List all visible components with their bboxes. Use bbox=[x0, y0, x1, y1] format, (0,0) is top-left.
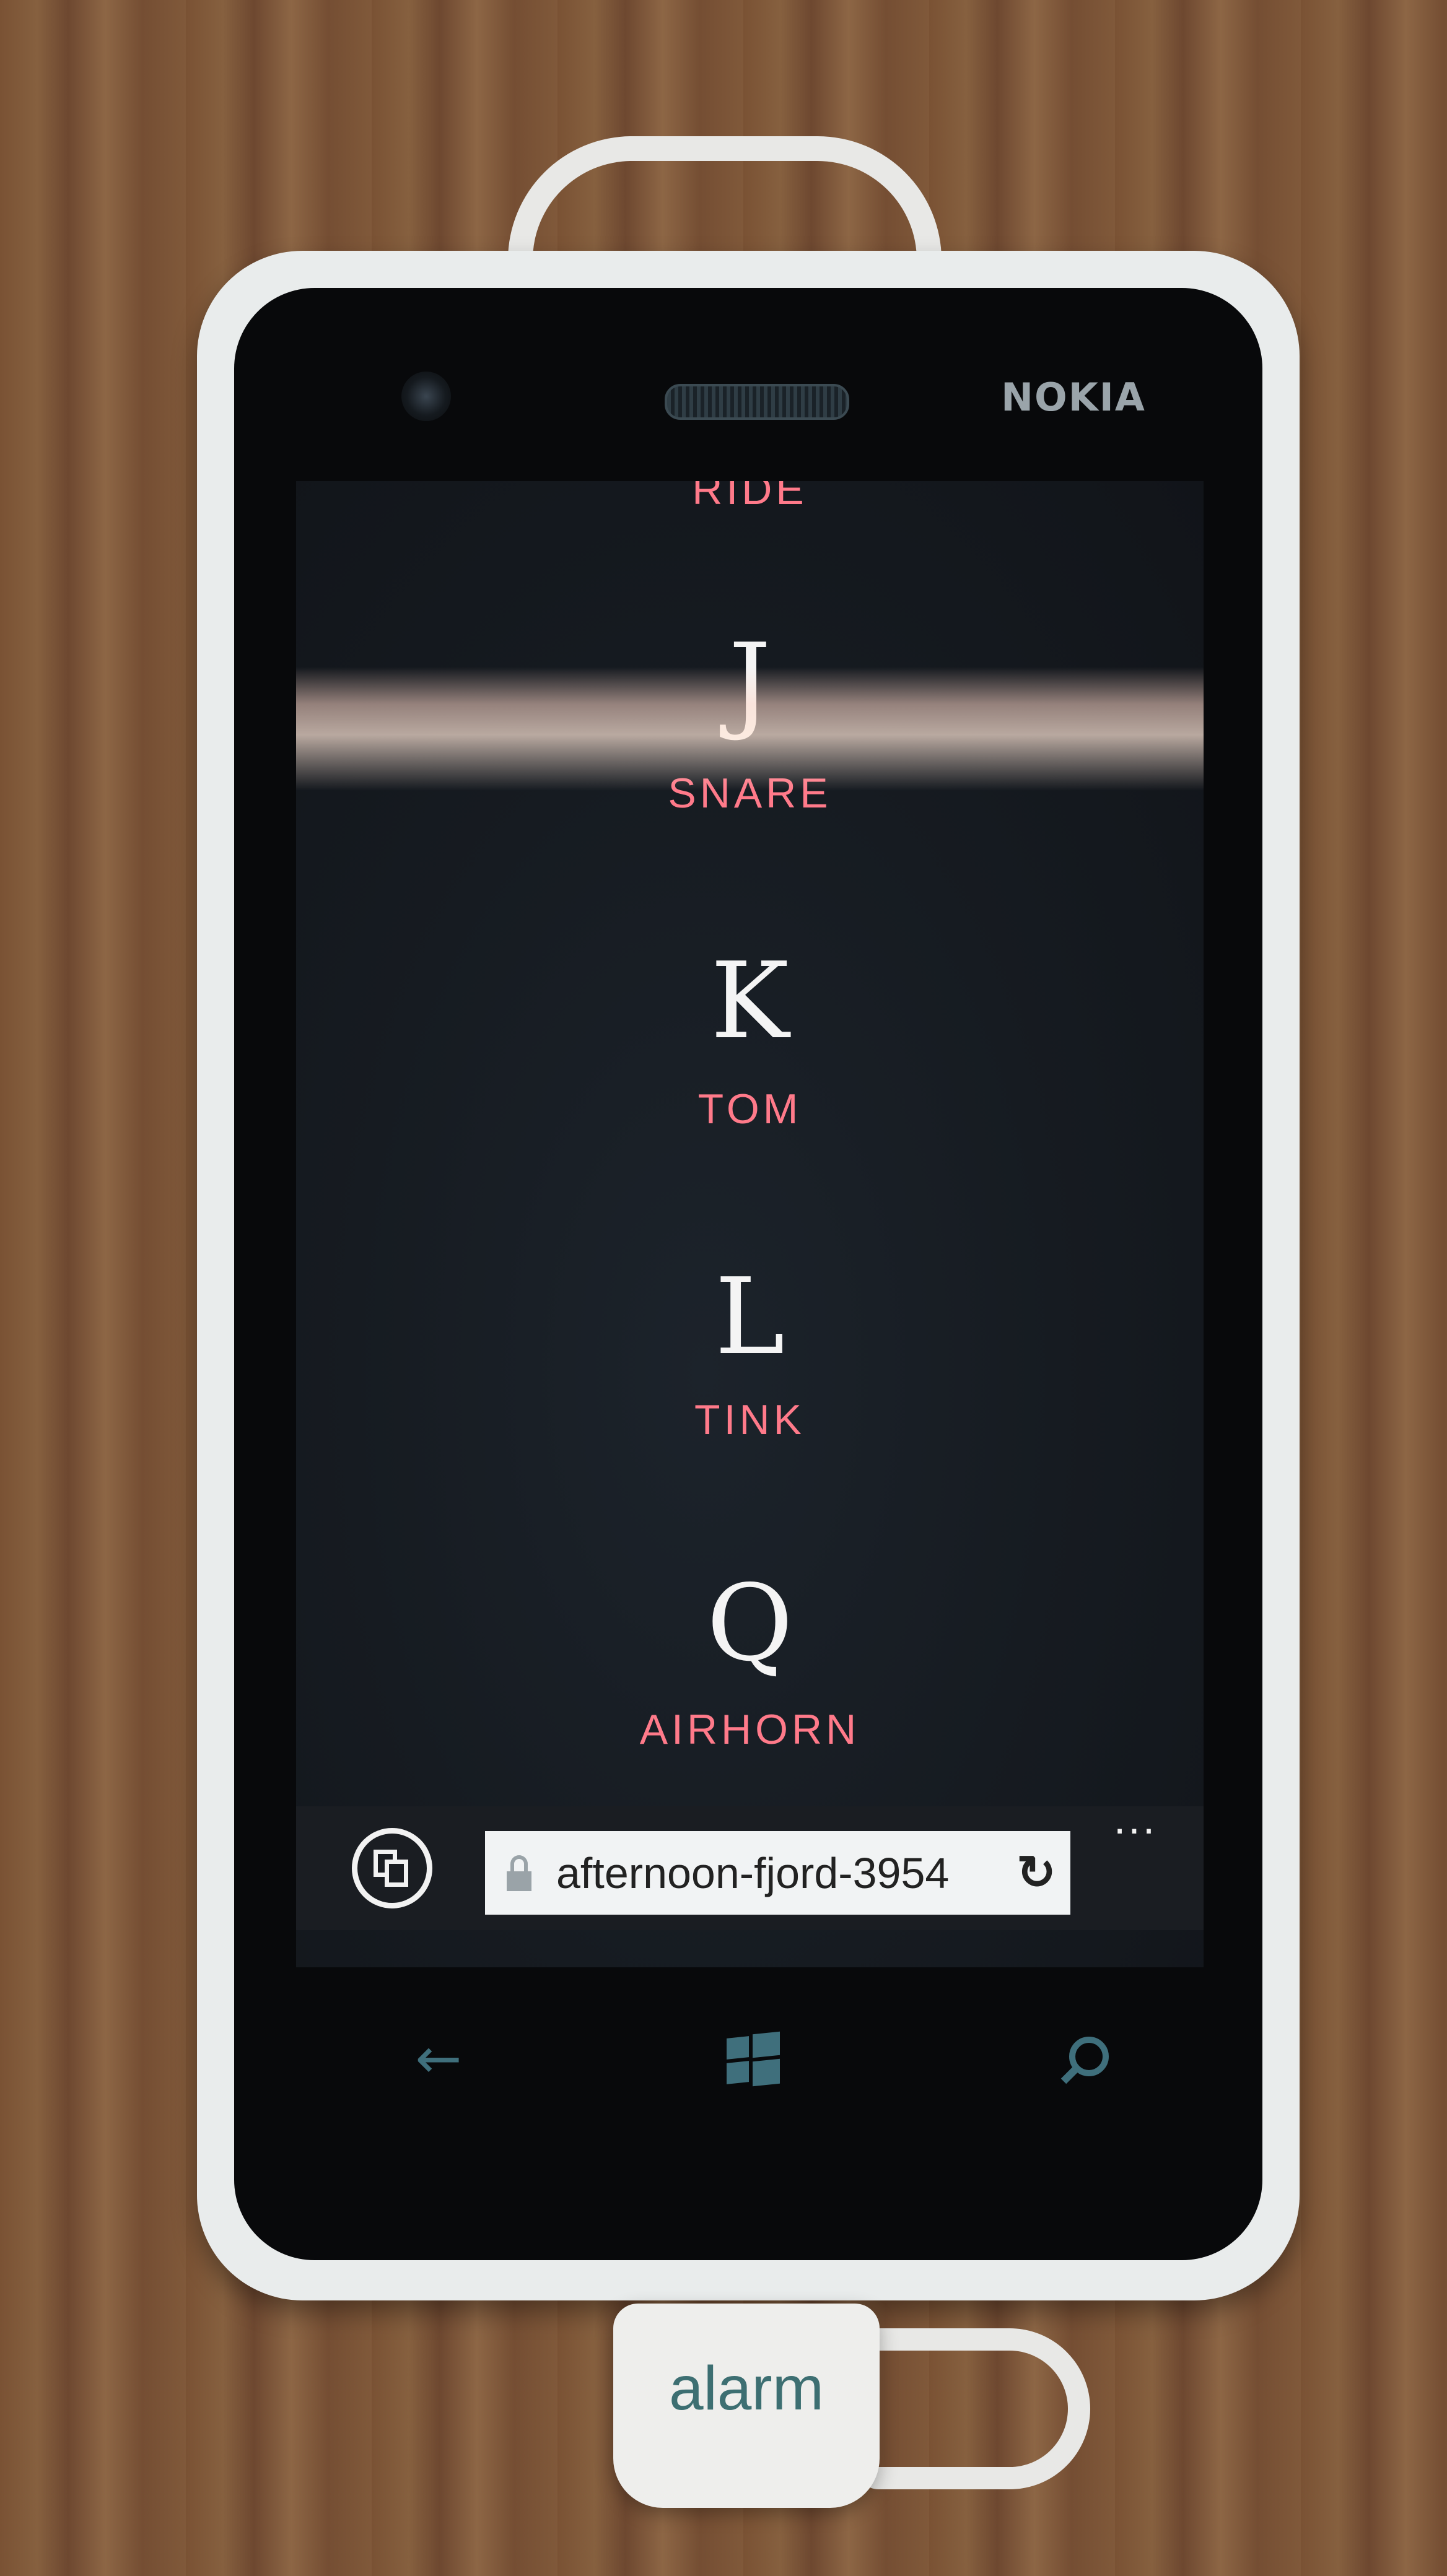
earpiece-speaker bbox=[665, 384, 849, 420]
tabs-button[interactable] bbox=[352, 1828, 432, 1908]
hardware-nav-bar: ← bbox=[234, 2016, 1262, 2139]
key-sound-label: RIDE bbox=[692, 481, 808, 513]
phone-body: NOKIA RIDE J SNARE K TOM L TINK Q AIRHOR… bbox=[197, 251, 1300, 2300]
lock-icon bbox=[507, 1855, 531, 1891]
key-sound-label: TINK bbox=[694, 1396, 805, 1443]
refresh-icon[interactable]: ↻ bbox=[1008, 1845, 1064, 1901]
phone-face: NOKIA RIDE J SNARE K TOM L TINK Q AIRHOR… bbox=[234, 288, 1262, 2260]
key-letter[interactable]: J bbox=[296, 630, 1204, 735]
more-options-button[interactable]: ... bbox=[1101, 1797, 1169, 1843]
front-camera bbox=[401, 372, 451, 421]
brand-logo: NOKIA bbox=[1001, 375, 1146, 420]
windows-icon[interactable] bbox=[708, 2016, 795, 2102]
back-arrow-icon[interactable]: ← bbox=[395, 2016, 482, 2102]
url-text: afternoon-fjord-3954 bbox=[556, 1848, 950, 1897]
browser-address-bar: afternoon-fjord-3954 ↻ ... bbox=[296, 1797, 1204, 1930]
url-field[interactable]: afternoon-fjord-3954 ↻ bbox=[485, 1831, 1070, 1915]
key-letter[interactable]: Q bbox=[296, 1571, 1204, 1676]
key-sound-label: SNARE bbox=[668, 770, 832, 817]
tabs-icon bbox=[374, 1850, 411, 1887]
key-sound-label: TOM bbox=[697, 1086, 802, 1133]
browser-screen[interactable]: RIDE J SNARE K TOM L TINK Q AIRHORN afte… bbox=[296, 481, 1204, 1967]
key-letter[interactable]: K bbox=[296, 949, 1204, 1054]
security-cable bbox=[855, 2328, 1090, 2489]
security-alarm-tag: alarm bbox=[613, 2304, 880, 2508]
key-letter[interactable]: L bbox=[296, 1264, 1204, 1370]
alarm-label: alarm bbox=[668, 2354, 824, 2423]
key-sound-label: AIRHORN bbox=[639, 1706, 860, 1753]
search-icon[interactable] bbox=[1039, 2016, 1126, 2102]
